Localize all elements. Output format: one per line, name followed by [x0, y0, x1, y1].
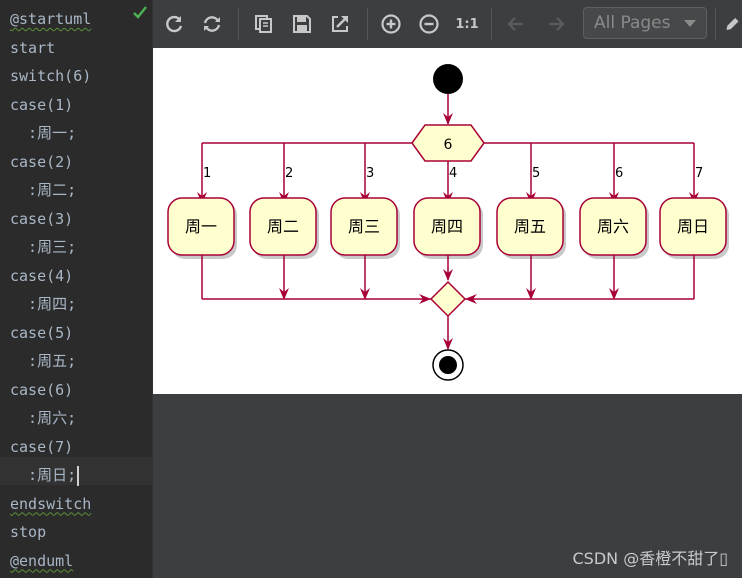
code-line[interactable]: switch(6): [10, 62, 91, 90]
diagram-canvas: 6 1 周一 2 周二 3 周三 4 周四 5 周五 6 周六 7 周日: [153, 48, 742, 394]
preview-toolbar: 1:1 All Pages: [153, 0, 742, 49]
code-line-text: case(1): [10, 95, 74, 114]
arrow-right-icon[interactable]: [543, 10, 569, 38]
code-line[interactable]: case(1): [10, 91, 73, 119]
activity-diagram: 6 1 周一 2 周二 3 周三 4 周四 5 周五 6 周六 7 周日: [167, 64, 729, 381]
code-line-text: @startuml: [10, 10, 92, 28]
refresh-icon[interactable]: [161, 10, 187, 38]
watermark: CSDN @香橙不甜了▯: [572, 549, 728, 568]
code-line[interactable]: :周二;: [10, 176, 76, 204]
code-line-text: case(3): [10, 209, 74, 228]
start-node: [433, 64, 463, 94]
code-line-text: stop: [10, 523, 47, 541]
case-label: 5: [532, 166, 540, 181]
code-line[interactable]: :周六;: [10, 404, 76, 432]
case-label: 4: [449, 166, 457, 181]
text-caret: [77, 465, 80, 486]
case-label: 2: [285, 166, 293, 181]
merge-node: [429, 280, 467, 318]
code-line[interactable]: case(6): [10, 376, 73, 404]
activity-label: 周一: [185, 217, 217, 236]
code-line-text: start: [10, 38, 56, 57]
activity-label: 周六: [597, 217, 629, 236]
code-line[interactable]: @startuml: [10, 5, 91, 33]
chevron-down-icon: [684, 20, 696, 27]
code-line[interactable]: stop: [10, 518, 46, 546]
actual-size-button[interactable]: 1:1: [454, 10, 480, 38]
code-line[interactable]: endswitch: [10, 490, 91, 518]
copy-icon[interactable]: [251, 10, 277, 38]
stop-node: [439, 356, 457, 374]
activity-label: 周二: [267, 217, 299, 236]
code-line[interactable]: @enduml: [10, 547, 73, 575]
zoom-out-icon[interactable]: [416, 10, 442, 38]
code-line-text: :周六;: [10, 409, 77, 427]
code-line[interactable]: case(7): [10, 433, 73, 461]
code-line[interactable]: case(3): [10, 205, 73, 233]
code-line[interactable]: start: [10, 34, 55, 62]
activity-label: 周三: [348, 217, 380, 236]
activity-label: 周日: [677, 217, 709, 236]
code-line[interactable]: case(5): [10, 319, 73, 347]
code-line[interactable]: case(4): [10, 262, 73, 290]
code-line[interactable]: case(2): [10, 148, 73, 176]
zoom-in-icon[interactable]: [378, 10, 404, 38]
code-line-text: case(2): [10, 152, 74, 171]
code-line-text: :周日;: [10, 466, 77, 484]
code-line-text: :周一;: [10, 124, 77, 142]
check-icon: [133, 6, 147, 19]
pages-select[interactable]: All Pages: [583, 7, 707, 39]
activity-label: 周四: [431, 217, 463, 236]
pencil-icon[interactable]: [723, 10, 742, 38]
code-line-text: case(6): [10, 380, 74, 399]
switch-label: 6: [444, 137, 453, 153]
code-line-text: case(5): [10, 323, 74, 342]
pages-select-value: All Pages: [594, 13, 671, 33]
case-label: 7: [695, 166, 703, 181]
code-line[interactable]: :周四;: [10, 290, 76, 318]
code-line-text: :周二;: [10, 181, 77, 199]
activity-label: 周五: [514, 217, 546, 236]
arrow-left-icon[interactable]: [503, 10, 529, 38]
case-label: 3: [366, 166, 374, 181]
external-icon[interactable]: [327, 10, 353, 38]
code-line-text: case(7): [10, 437, 74, 456]
case-label: 1: [203, 166, 211, 181]
code-line[interactable]: :周日;: [10, 461, 80, 489]
case-label: 6: [615, 166, 623, 181]
code-line-text: endswitch: [10, 494, 92, 513]
code-line-text: @enduml: [10, 551, 74, 570]
save-icon[interactable]: [289, 10, 315, 38]
sync-icon[interactable]: [199, 10, 225, 38]
code-line-text: switch(6): [10, 67, 92, 85]
code-line[interactable]: :周一;: [10, 119, 76, 147]
code-line-text: :周四;: [10, 295, 77, 313]
actual-size-label: 1:1: [455, 16, 479, 32]
code-line[interactable]: :周三;: [10, 233, 76, 261]
code-line-text: :周三;: [10, 238, 77, 256]
code-editor[interactable]: @startuml start switch(6) case(1) :周一; case(…: [0, 0, 153, 578]
code-line[interactable]: :周五;: [10, 347, 76, 375]
code-line-text: case(4): [10, 266, 74, 285]
code-line-text: :周五;: [10, 352, 77, 370]
